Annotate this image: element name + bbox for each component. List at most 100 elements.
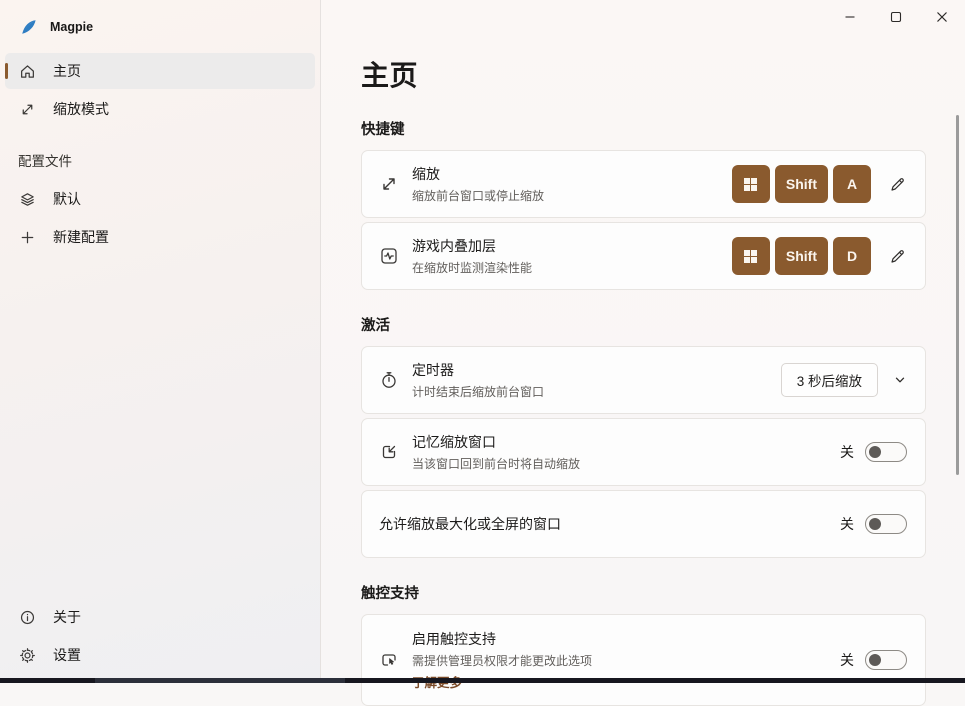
sidebar-nav: 主页 缩放模式 — [0, 49, 320, 131]
allow-maximized-card: 允许缩放最大化或全屏的窗口 关 — [361, 490, 926, 558]
remember-window-card: 记忆缩放窗口 当该窗口回到前台时将自动缩放 关 — [361, 418, 926, 486]
sidebar-item-label: 设置 — [53, 647, 81, 663]
remember-window-toggle[interactable] — [865, 442, 907, 462]
shortcut-keys: Shift D — [731, 237, 871, 275]
app-title: Magpie — [50, 20, 94, 34]
sidebar-section-profiles: 配置文件 — [18, 154, 72, 169]
scale-shortcut-card: 缩放 缩放前台窗口或停止缩放 Shift A — [361, 150, 926, 218]
resize-diagonal-icon — [379, 174, 399, 194]
plus-icon — [19, 229, 36, 246]
timer-card: 定时器 计时结束后缩放前台窗口 3 秒后缩放 — [361, 346, 926, 414]
sidebar-item-settings[interactable]: 设置 — [5, 637, 315, 673]
main-panel: 主页 快捷键 缩放 缩放前台窗口或停止缩放 Shift A 游戏内叠加层 在缩放… — [320, 0, 965, 706]
chevron-down-icon — [893, 373, 907, 387]
sidebar-item-new-profile[interactable]: 新建配置 — [5, 219, 315, 255]
toggle-state-label: 关 — [840, 444, 854, 460]
toggle-group: 关 — [840, 514, 907, 534]
sidebar-item-label: 主页 — [53, 63, 81, 79]
stopwatch-icon — [379, 370, 399, 390]
shift-key: Shift — [774, 237, 828, 275]
sidebar-item-default-profile[interactable]: 默认 — [5, 181, 315, 217]
pencil-icon — [888, 247, 907, 266]
toggle-knob — [869, 518, 881, 530]
maximize-icon — [890, 11, 902, 23]
card-title: 记忆缩放窗口 — [412, 434, 496, 450]
toggle-knob — [869, 654, 881, 666]
card-subtitle: 在缩放时监测渲染性能 — [412, 261, 533, 275]
feather-icon — [19, 17, 39, 37]
win-key — [731, 165, 770, 203]
sidebar-profiles: 默认 新建配置 — [0, 177, 320, 259]
sidebar-item-about[interactable]: 关于 — [5, 599, 315, 635]
sidebar-item-scaling-modes[interactable]: 缩放模式 — [5, 91, 315, 127]
card-title: 缩放 — [412, 166, 440, 182]
close-button[interactable] — [919, 0, 965, 34]
minimize-icon — [844, 11, 856, 23]
desktop-edge-strip — [0, 678, 965, 683]
overlay-shortcut-card: 游戏内叠加层 在缩放时监测渲染性能 Shift D — [361, 222, 926, 290]
maximize-button[interactable] — [873, 0, 919, 34]
card-subtitle: 缩放前台窗口或停止缩放 — [412, 189, 545, 203]
vertical-scrollbar-thumb[interactable] — [956, 115, 959, 475]
sidebar-item-label: 默认 — [53, 191, 81, 207]
shift-key: Shift — [774, 165, 828, 203]
win-key — [731, 237, 770, 275]
card-subtitle: 需提供管理员权限才能更改此选项 — [412, 653, 593, 668]
sidebar-item-label: 关于 — [53, 609, 81, 625]
edit-shortcut-button[interactable] — [888, 175, 907, 194]
touch-support-card: 启用触控支持 需提供管理员权限才能更改此选项 了解更多 关 — [361, 614, 926, 706]
card-title: 允许缩放最大化或全屏的窗口 — [379, 516, 561, 532]
expander-button[interactable] — [893, 373, 907, 387]
home-icon — [19, 63, 36, 80]
toggle-group: 关 — [840, 442, 907, 462]
selection-accent-pill — [5, 63, 8, 79]
windows-logo-icon — [743, 249, 758, 264]
letter-key: A — [833, 165, 871, 203]
toggle-state-label: 关 — [840, 652, 854, 668]
touch-support-toggle[interactable] — [865, 650, 907, 670]
card-title: 定时器 — [412, 362, 454, 378]
desktop-edge-highlight — [95, 678, 345, 683]
app-brand: Magpie — [0, 0, 320, 49]
pencil-icon — [888, 175, 907, 194]
sidebar-item-home[interactable]: 主页 — [5, 53, 315, 89]
allow-maximized-toggle[interactable] — [865, 514, 907, 534]
minimize-button[interactable] — [827, 0, 873, 34]
page-content: 主页 快捷键 缩放 缩放前台窗口或停止缩放 Shift A 游戏内叠加层 在缩放… — [361, 0, 926, 706]
toggle-knob — [869, 446, 881, 458]
sidebar-footer: 关于 设置 — [0, 597, 320, 675]
window-controls — [827, 0, 965, 34]
letter-key: D — [833, 237, 871, 275]
timer-delay-dropdown[interactable]: 3 秒后缩放 — [780, 363, 878, 397]
edit-shortcut-button[interactable] — [888, 247, 907, 266]
touch-icon — [379, 650, 399, 670]
section-header-shortcuts: 快捷键 — [361, 122, 405, 138]
card-subtitle: 计时结束后缩放前台窗口 — [412, 385, 545, 399]
card-title: 游戏内叠加层 — [412, 238, 496, 254]
page-title: 主页 — [361, 60, 419, 91]
import-window-icon — [379, 442, 399, 462]
card-text: 记忆缩放窗口 当该窗口回到前台时将自动缩放 — [412, 432, 840, 472]
info-icon — [19, 609, 36, 626]
section-header-activation: 激活 — [361, 318, 390, 334]
resize-diagonal-icon — [19, 101, 36, 118]
activity-icon — [379, 246, 399, 266]
card-text: 游戏内叠加层 在缩放时监测渲染性能 — [412, 236, 732, 276]
windows-logo-icon — [743, 177, 758, 192]
sidebar-item-label: 缩放模式 — [53, 101, 109, 117]
card-text: 定时器 计时结束后缩放前台窗口 — [412, 360, 781, 400]
timer-delay-value: 3 秒后缩放 — [796, 374, 862, 389]
sidebar: Magpie 主页 缩放模式 配置文件 默认 新建配置 关于 设置 — [0, 0, 320, 683]
shortcut-keys: Shift A — [731, 165, 871, 203]
close-icon — [936, 11, 948, 23]
sidebar-item-label: 新建配置 — [53, 229, 109, 245]
toggle-group: 关 — [840, 650, 907, 670]
toggle-state-label: 关 — [840, 516, 854, 532]
gear-icon — [19, 647, 36, 664]
card-title: 启用触控支持 — [412, 630, 496, 647]
card-text: 缩放 缩放前台窗口或停止缩放 — [412, 164, 732, 204]
layers-icon — [19, 191, 36, 208]
card-text: 允许缩放最大化或全屏的窗口 — [379, 514, 840, 534]
section-header-touch: 触控支持 — [361, 586, 419, 602]
card-subtitle: 当该窗口回到前台时将自动缩放 — [412, 457, 581, 471]
